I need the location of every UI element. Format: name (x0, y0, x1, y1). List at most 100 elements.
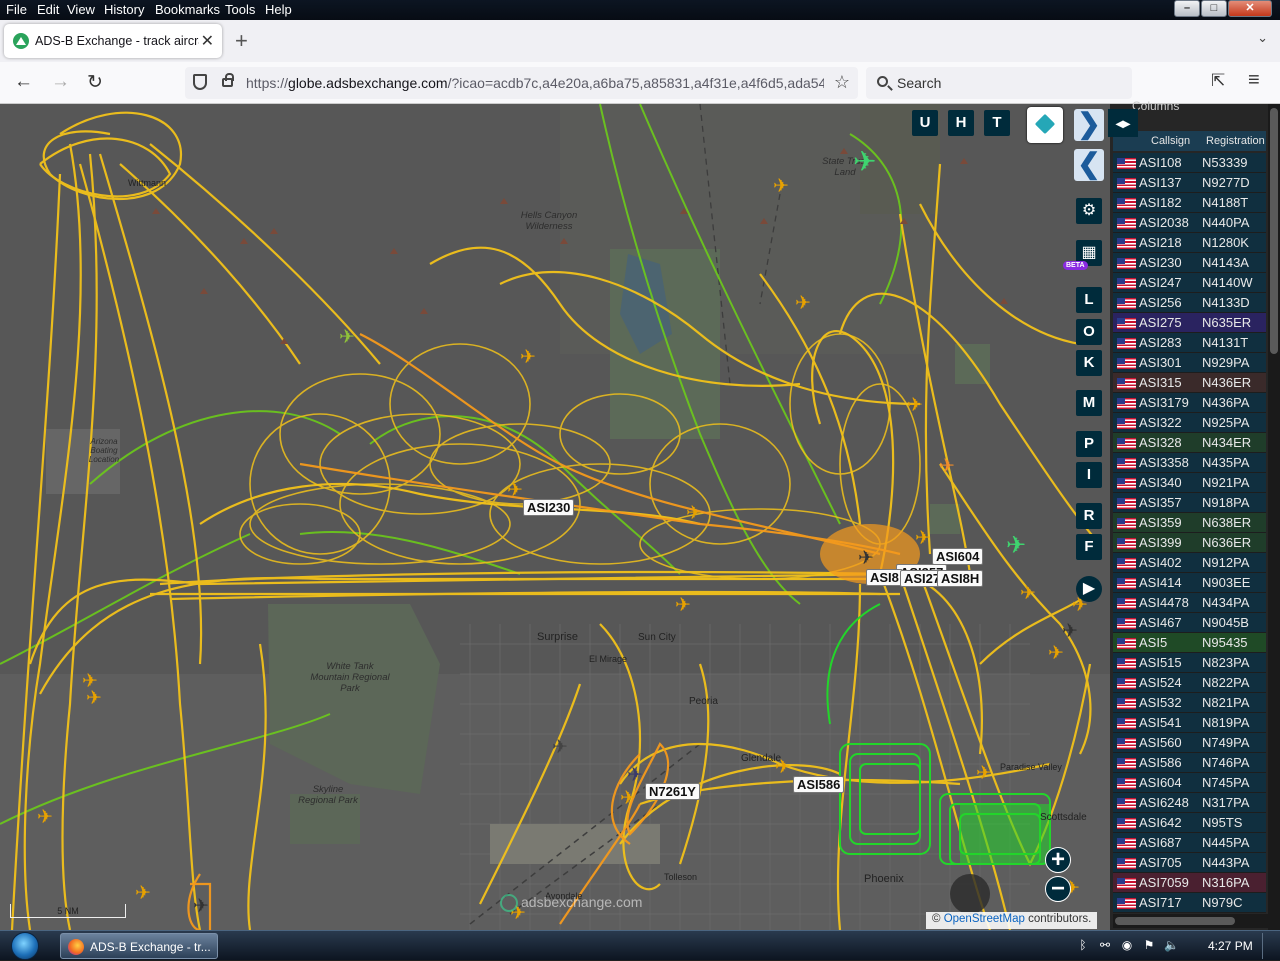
table-row[interactable]: ASI5 N95435 (1113, 633, 1266, 653)
menu-view[interactable]: View (67, 2, 95, 17)
maximize-button[interactable]: □ (1201, 0, 1227, 17)
table-row[interactable]: ASI137 N9277D (1113, 173, 1266, 193)
tab-adsb-exchange[interactable]: ADS-B Exchange - track aircraft live ✕ (4, 24, 222, 58)
menu-edit[interactable]: Edit (37, 2, 59, 17)
forward-arrow-button[interactable]: ❯ (1074, 109, 1104, 141)
bluetooth-icon[interactable]: ᛒ (1076, 938, 1090, 952)
app-menu-icon[interactable]: ≡ (1248, 69, 1260, 92)
list-tabs-icon[interactable]: ⌄ (1257, 30, 1268, 46)
lock-icon[interactable] (222, 73, 234, 87)
table-row[interactable]: ASI532 N821PA (1113, 693, 1266, 713)
menu-file[interactable]: File (6, 2, 27, 17)
table-row[interactable]: ASI560 N749PA (1113, 733, 1266, 753)
layers-button[interactable] (1027, 107, 1063, 143)
table-row[interactable]: ASI399 N636ER (1113, 533, 1266, 553)
table-row[interactable]: ASI705 N443PA (1113, 853, 1266, 873)
tracking-protection-icon[interactable] (193, 74, 207, 90)
aircraft-label-asi8h[interactable]: ASI8H (937, 570, 984, 587)
table-row[interactable]: ASI414 N903EE (1113, 573, 1266, 593)
forward-icon[interactable]: → (51, 71, 70, 93)
table-row[interactable]: ASI524 N822PA (1113, 673, 1266, 693)
aircraft-icon[interactable]: ✈ (675, 596, 691, 615)
aircraft-icon[interactable]: ✈ (135, 884, 151, 903)
toggle-u-button[interactable]: U (912, 110, 938, 136)
aircraft-icon[interactable]: ✈ (520, 348, 536, 367)
zoom-in-button[interactable]: + (1045, 847, 1071, 873)
table-row[interactable]: ASI315 N436ER (1113, 373, 1266, 393)
replay-icon[interactable]: ▶ (1076, 576, 1102, 602)
toggle-p-button[interactable]: P (1076, 431, 1102, 457)
toggle-l-button[interactable]: L (1076, 287, 1102, 313)
menu-bookmarks[interactable]: Bookmarks (155, 2, 220, 17)
aircraft-icon[interactable]: ✈ (620, 789, 636, 808)
header-callsign[interactable]: Callsign (1151, 135, 1190, 147)
table-row[interactable]: ASI515 N823PA (1113, 653, 1266, 673)
osm-link[interactable]: OpenStreetMap (944, 913, 1025, 925)
bookmark-star-icon[interactable]: ☆ (834, 72, 850, 93)
taskbar-firefox-button[interactable]: ADS-B Exchange - tr... (60, 933, 218, 959)
table-row[interactable]: ASI322 N925PA (1113, 413, 1266, 433)
table-row[interactable]: ASI467 N9045B (1113, 613, 1266, 633)
table-row[interactable]: ASI340 N921PA (1113, 473, 1266, 493)
table-row[interactable]: ASI6248 N317PA (1113, 793, 1266, 813)
table-row[interactable]: ASI275 N635ER (1113, 313, 1266, 333)
aircraft-icon[interactable]: ✈ (773, 177, 789, 196)
aircraft-icon[interactable]: ✈ (552, 738, 568, 757)
menu-tools[interactable]: Tools (225, 2, 255, 17)
action-center-icon[interactable]: ⚑ (1142, 938, 1156, 952)
table-row[interactable]: ASI247 N4140W (1113, 273, 1266, 293)
table-row[interactable]: ASI357 N918PA (1113, 493, 1266, 513)
table-row[interactable]: ASI3358 N435PA (1113, 453, 1266, 473)
table-row[interactable]: ASI4478 N434PA (1113, 593, 1266, 613)
aircraft-icon[interactable]: ✈ (686, 504, 702, 523)
toggle-i-button[interactable]: I (1076, 462, 1102, 488)
aircraft-icon[interactable]: ✈ (627, 766, 643, 785)
table-row[interactable]: ASI301 N929PA (1113, 353, 1266, 373)
toggle-r-button[interactable]: R (1076, 503, 1102, 529)
menu-help[interactable]: Help (265, 2, 292, 17)
aircraft-label-asi586[interactable]: ASI586 (793, 776, 845, 793)
aircraft-icon[interactable]: ✈ (1062, 622, 1078, 641)
table-row[interactable]: ASI604 N745PA (1113, 773, 1266, 793)
aircraft-icon[interactable]: ✈ (1048, 644, 1064, 663)
search-input[interactable]: Search (866, 67, 1132, 99)
aircraft-icon[interactable]: ✈ (775, 758, 791, 777)
minimize-button[interactable]: – (1174, 0, 1200, 17)
aircraft-icon[interactable]: ✈ (853, 148, 876, 176)
network-icon[interactable]: ⚯ (1098, 938, 1112, 952)
url-bar[interactable]: https://globe.adsbexchange.com/?icao=acd… (185, 67, 858, 99)
aircraft-label-asi230[interactable]: ASI230 (523, 499, 575, 516)
aircraft-icon[interactable]: ✈ (193, 897, 209, 916)
table-row[interactable]: ASI586 N746PA (1113, 753, 1266, 773)
zoom-out-button[interactable]: − (1045, 876, 1071, 902)
aircraft-label-n7261y[interactable]: N7261Y (645, 783, 700, 800)
table-row[interactable]: ASI717 N979C (1113, 893, 1266, 913)
table-row[interactable]: ASI230 N4143A (1113, 253, 1266, 273)
toggle-m-button[interactable]: M (1076, 390, 1102, 416)
close-window-button[interactable]: ✕ (1228, 0, 1272, 17)
aircraft-icon[interactable]: ✈ (1020, 584, 1036, 603)
toggle-t-button[interactable]: T (984, 110, 1010, 136)
toggle-h-button[interactable]: H (948, 110, 974, 136)
table-row[interactable]: ASI218 N1280K (1113, 233, 1266, 253)
flight-map[interactable]: Hells Canyon Wilderness White Tank Mount… (0, 104, 1110, 930)
aircraft-label-asi604[interactable]: ASI604 (932, 548, 984, 565)
aircraft-icon[interactable]: ✈ (858, 549, 874, 568)
toggle-f-button[interactable]: F (1076, 534, 1102, 560)
table-row[interactable]: ASI256 N4133D (1113, 293, 1266, 313)
volume-icon[interactable]: 🔈 (1164, 938, 1179, 952)
columns-button[interactable]: Columns (1132, 99, 1179, 113)
back-arrow-button[interactable]: ❮ (1074, 149, 1104, 181)
table-row[interactable]: ASI328 N434ER (1113, 433, 1266, 453)
aircraft-icon[interactable]: ✈ (907, 396, 923, 415)
table-row[interactable]: ASI182 N4188T (1113, 193, 1266, 213)
table-row[interactable]: ASI108 N53339 (1113, 153, 1266, 173)
table-row[interactable]: ASI541 N819PA (1113, 713, 1266, 733)
extensions-icon[interactable]: ⇱ (1211, 71, 1225, 91)
aircraft-label-asi8[interactable]: ASI8 (866, 569, 903, 586)
table-row[interactable]: ASI402 N912PA (1113, 553, 1266, 573)
settings-gear-icon[interactable]: ⚙ (1076, 198, 1102, 224)
aircraft-icon[interactable]: ✈ (915, 529, 931, 548)
show-desktop-button[interactable] (1262, 933, 1276, 959)
aircraft-icon[interactable]: ✈ (939, 457, 955, 476)
